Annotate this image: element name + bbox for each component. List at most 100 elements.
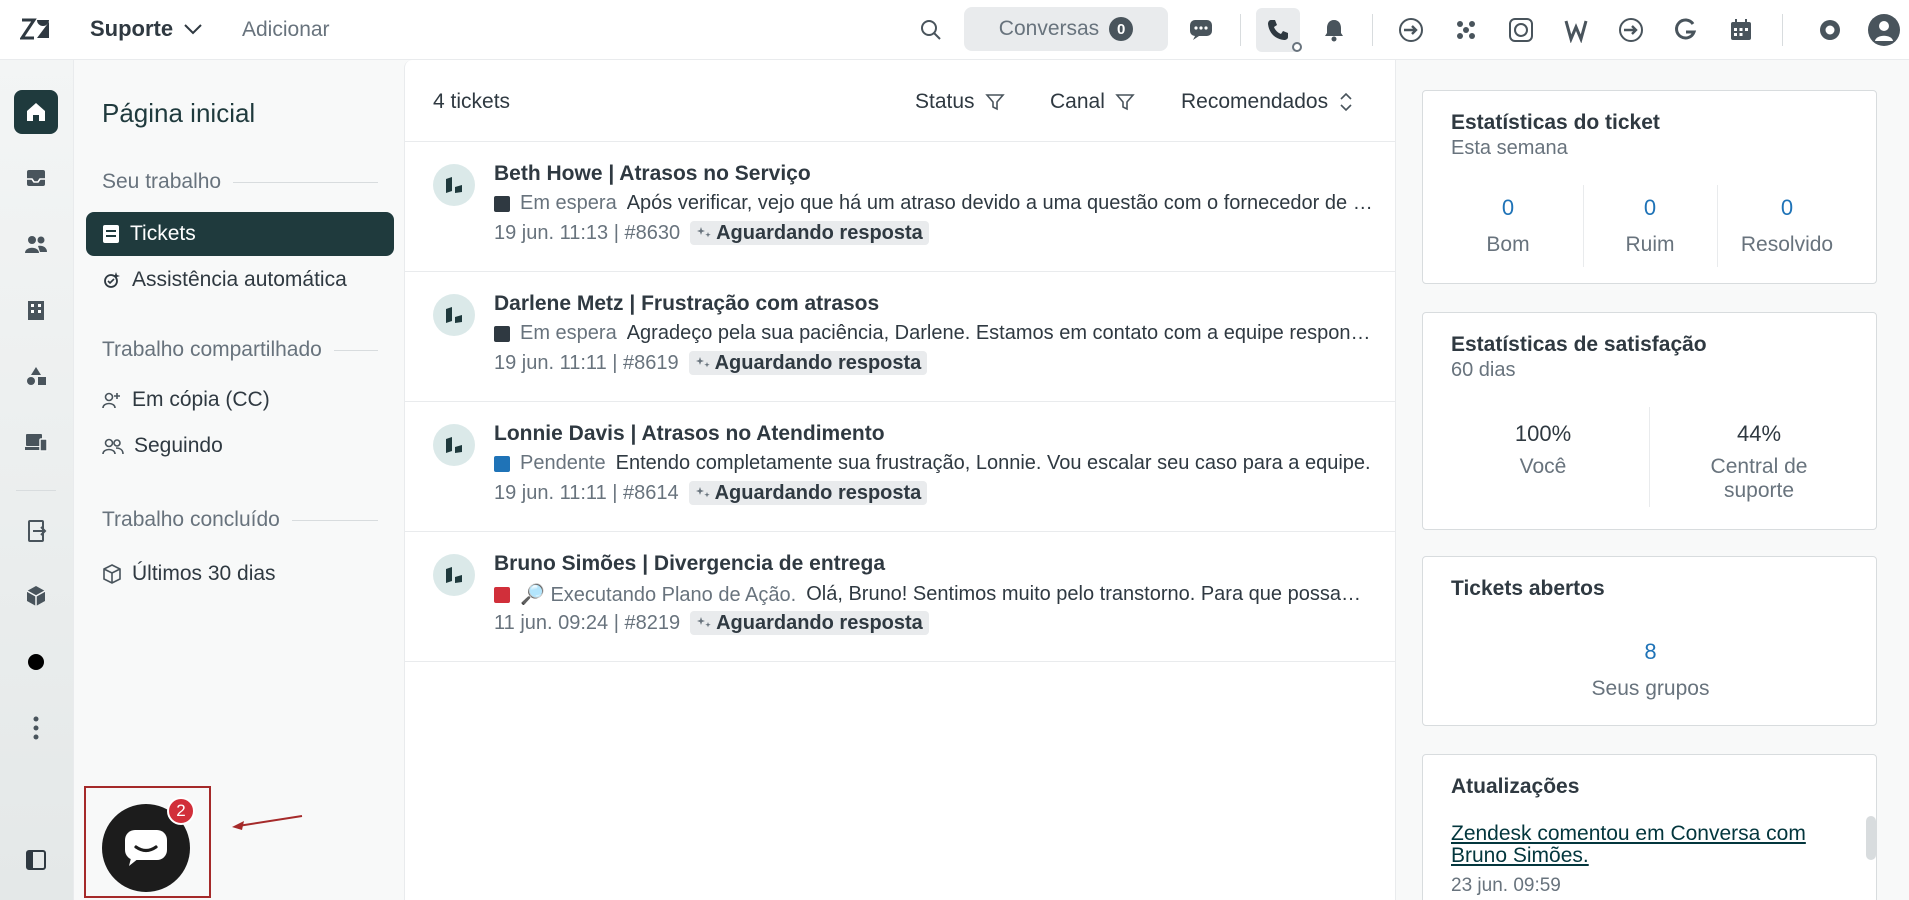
ticket-status: Pendente <box>520 452 606 474</box>
stat-divider <box>1649 407 1650 507</box>
status-square-icon <box>494 195 510 212</box>
stat-label: Central de suporte <box>1710 455 1808 502</box>
nav-item-label: Últimos 30 dias <box>132 562 276 585</box>
ticket-preview: Após verificar, vejo que há um atraso de… <box>626 192 1374 214</box>
sort-label: Recomendados <box>1181 90 1329 113</box>
stat-your-groups[interactable]: 8 Seus grupos <box>1423 639 1878 701</box>
ticket-title[interactable]: Beth Howe | Atrasos no Serviço <box>494 162 811 186</box>
sign-out-icon[interactable] <box>14 509 58 553</box>
devices-icon[interactable] <box>14 420 58 464</box>
nav-item-last-30-days[interactable]: Últimos 30 dias <box>86 552 394 596</box>
updates-card: Atualizações Zendesk comentou em Convers… <box>1422 754 1877 900</box>
inbox-icon[interactable] <box>14 156 58 200</box>
help-lifebuoy-icon[interactable] <box>1814 14 1846 46</box>
ticket-row[interactable]: Beth Howe | Atrasos no Serviço Em espera A… <box>405 142 1397 272</box>
user-avatar[interactable] <box>1868 14 1900 46</box>
sidebar-toggle-icon[interactable] <box>14 838 58 882</box>
ticket-title[interactable]: Lonnie Davis | Atrasos no Atendimento <box>494 422 885 446</box>
nav-item-auto-assist[interactable]: Assistência automática <box>86 258 394 302</box>
filter-status-button[interactable]: Status <box>915 90 1005 114</box>
chat-bubble-icon[interactable] <box>1185 14 1217 46</box>
ticket-row[interactable]: Lonnie Davis | Atrasos no Atendimento Pen… <box>405 402 1397 532</box>
ticket-title[interactable]: Bruno Simões | Divergencia de entrega <box>494 552 885 576</box>
shapes-icon[interactable] <box>14 354 58 398</box>
stat-solved[interactable]: 0 Resolvido <box>1717 195 1857 257</box>
users-icon[interactable] <box>14 222 58 266</box>
zendesk-logo[interactable] <box>20 16 50 42</box>
brand-avatar-icon <box>433 294 475 336</box>
box-outline-icon <box>103 564 121 584</box>
conversations-button[interactable]: Conversas 0 <box>964 7 1168 51</box>
dot-app-icon[interactable] <box>14 640 58 684</box>
ticket-tag: Aguardando resposta <box>688 351 928 375</box>
stat-value: 0 <box>1780 195 1794 220</box>
whatsapp-icon[interactable] <box>1505 14 1537 46</box>
ticket-summary: Em espera Após verificar, vejo que há um … <box>494 192 1374 215</box>
bell-icon[interactable] <box>1318 14 1350 46</box>
status-square-icon <box>494 325 510 342</box>
grid-app-icon[interactable] <box>1450 14 1482 46</box>
sort-button[interactable]: Recomendados <box>1181 90 1354 114</box>
users-outline-icon <box>102 438 124 455</box>
stat-value: 100% <box>1514 421 1572 446</box>
stat-bad[interactable]: 0 Ruim <box>1583 195 1717 257</box>
search-icon[interactable] <box>915 14 947 46</box>
grammar-app-icon[interactable] <box>1670 14 1702 46</box>
home-icon[interactable] <box>14 90 58 134</box>
nav-item-cc[interactable]: Em cópia (CC) <box>86 378 394 422</box>
ticket-title[interactable]: Darlene Metz | Frustração com atrasos <box>494 292 879 316</box>
stats-panel: Estatísticas do ticket Esta semana 0 Bom… <box>1396 60 1909 900</box>
status-square-icon <box>494 586 510 603</box>
filter-channel-button[interactable]: Canal <box>1050 90 1135 114</box>
organizations-icon[interactable] <box>14 288 58 332</box>
section-your-work: Seu trabalho <box>102 170 378 194</box>
filter-icon <box>1115 94 1135 111</box>
phone-icon[interactable] <box>1256 8 1302 52</box>
nav-item-following[interactable]: Seguindo <box>86 424 394 468</box>
nav-item-label: Seguindo <box>134 434 223 457</box>
more-vertical-icon[interactable] <box>14 706 58 750</box>
card-subtitle: Esta semana <box>1451 137 1568 159</box>
section-done-work: Trabalho concluído <box>102 508 378 532</box>
nav-item-label: Assistência automática <box>132 268 347 291</box>
filter-icon <box>984 94 1005 111</box>
product-name: Suporte <box>90 16 174 41</box>
share-app-icon[interactable] <box>1615 14 1647 46</box>
ticket-meta: 19 jun. 11:13 | #8630 <box>494 221 681 244</box>
ticket-status: Em espera <box>520 192 617 214</box>
ticket-list-panel: 4 tickets Status Canal Recomendados Beth… <box>404 60 1397 900</box>
open-tickets-card: Tickets abertos 8 Seus grupos <box>1422 556 1877 726</box>
stat-label: Seus grupos <box>1591 677 1710 700</box>
left-rail <box>0 60 74 900</box>
update-link[interactable]: Zendesk comentou em Conversa com Bruno S… <box>1451 823 1851 867</box>
ticket-row[interactable]: Darlene Metz | Frustração com atrasos Em … <box>405 272 1397 402</box>
stat-you: 100% Você <box>1443 421 1643 479</box>
forward-app-icon[interactable] <box>1395 14 1427 46</box>
ticket-meta: 19 jun. 11:11 | #8619 <box>494 351 679 374</box>
cube-icon[interactable] <box>14 574 58 618</box>
stat-good[interactable]: 0 Bom <box>1443 195 1573 257</box>
calendar-icon[interactable] <box>1725 14 1757 46</box>
product-switcher[interactable]: Suporte <box>90 16 203 42</box>
ticket-tag-label: Aguardando resposta <box>714 351 922 374</box>
card-title: Estatísticas de satisfação <box>1451 333 1707 356</box>
section-divider <box>233 181 378 183</box>
ticket-meta-row: 19 jun. 11:11 | #8614 Aguardando resposta <box>494 481 928 505</box>
section-divider <box>291 519 378 521</box>
scrollbar[interactable] <box>1866 816 1876 860</box>
card-subtitle: 60 dias <box>1451 359 1516 381</box>
ticket-count: 4 tickets <box>433 90 511 113</box>
ticket-tag: Aguardando resposta <box>688 481 928 505</box>
ticket-tag: Aguardando resposta <box>690 221 929 245</box>
add-button[interactable]: Adicionar <box>242 18 330 42</box>
satisfaction-stats-card: Estatísticas de satisfação 60 dias 100% … <box>1422 312 1877 530</box>
filter-label: Canal <box>1050 90 1105 113</box>
nav-item-tickets[interactable]: Tickets <box>86 212 394 256</box>
ticket-meta: 11 jun. 09:24 | #8219 <box>494 611 681 634</box>
stat-label: Você <box>1519 455 1567 478</box>
status-dot-icon <box>1292 42 1302 52</box>
w-app-icon[interactable] <box>1560 14 1592 46</box>
ticket-summary: Em espera Agradeço pela sua paciência, Da… <box>494 322 1374 345</box>
section-label: Trabalho concluído <box>102 508 280 531</box>
ticket-row[interactable]: Bruno Simões | Divergencia de entrega 🔎 E… <box>405 532 1397 662</box>
